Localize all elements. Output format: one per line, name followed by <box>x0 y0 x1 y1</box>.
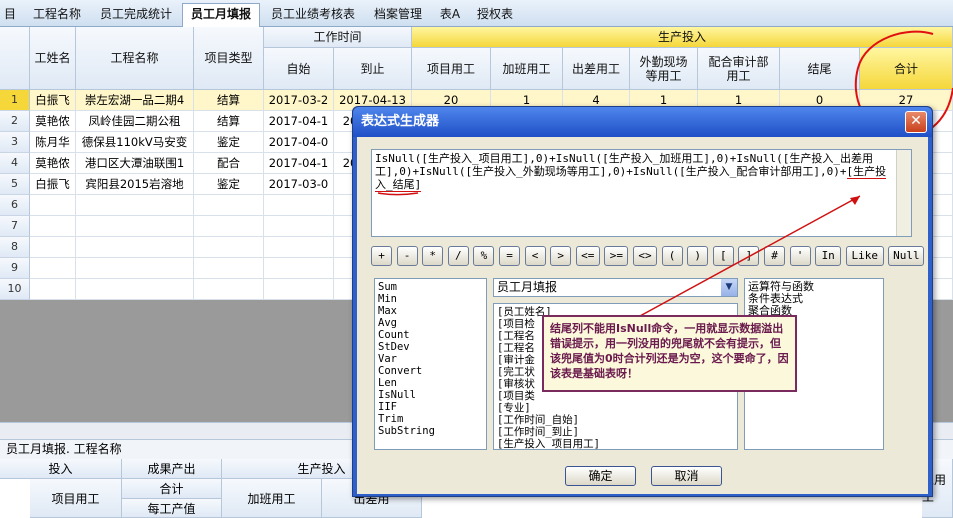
annotation-note: 结尾列不能用IsNull命令，一用就显示数据溢出错误提示，用一列没用的兜尾就不会… <box>542 315 797 392</box>
app-window: 目 工程名称 员工完成统计 员工月填报 员工业绩考核表 档案管理 表A 授权表 … <box>0 0 953 518</box>
annotation-arrow <box>377 192 861 317</box>
